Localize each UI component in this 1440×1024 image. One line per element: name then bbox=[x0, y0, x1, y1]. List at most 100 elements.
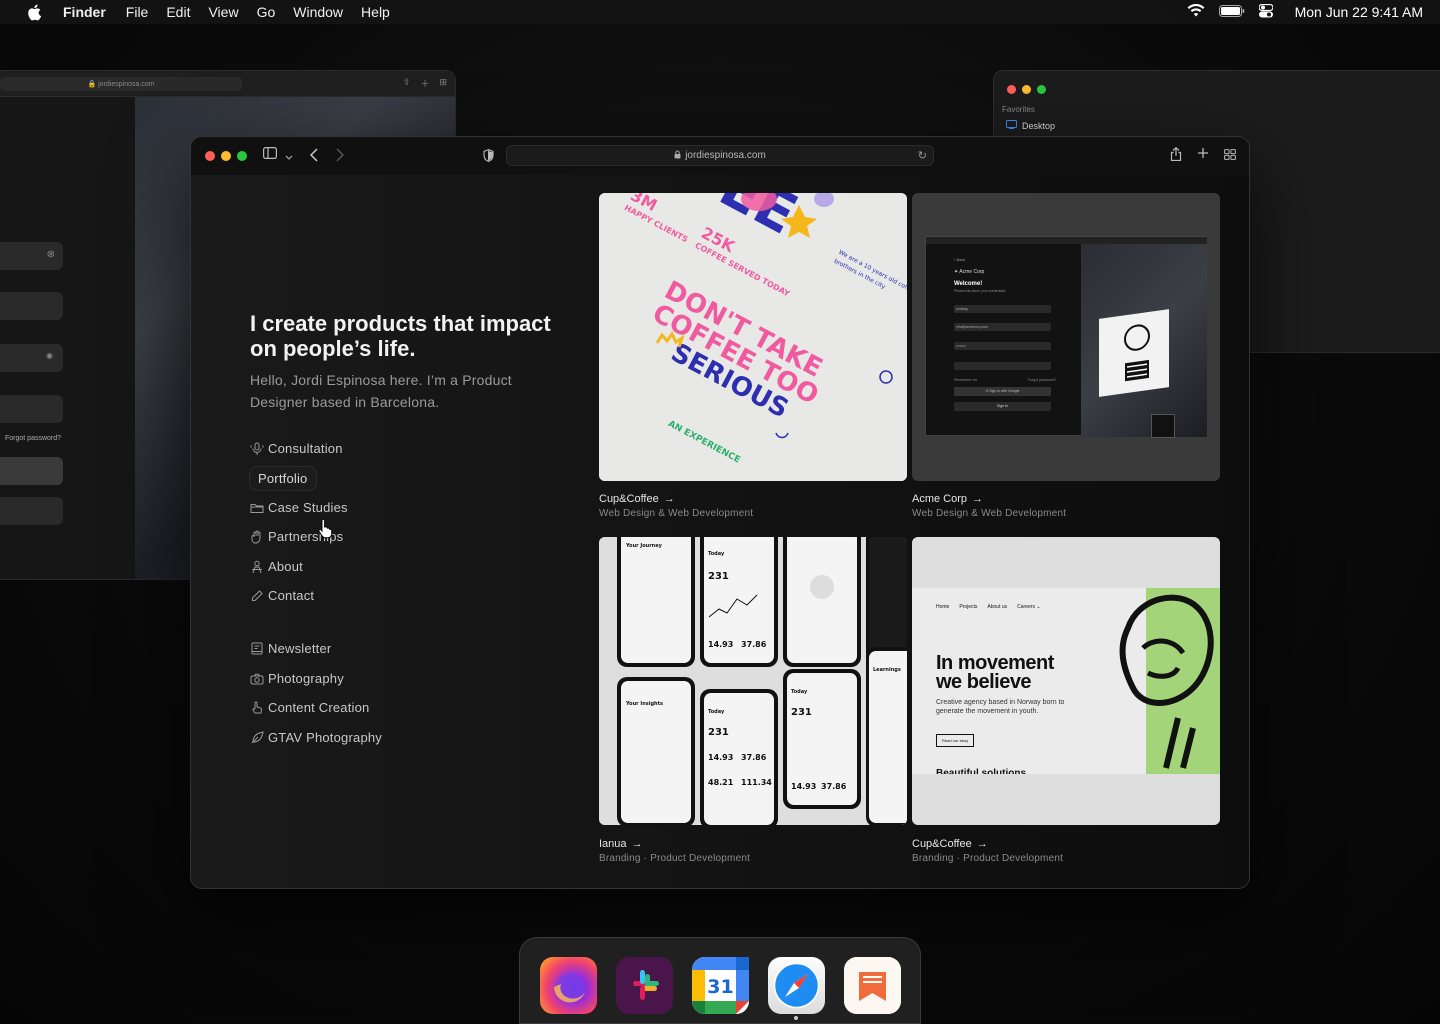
clear-icon[interactable]: ⊗ bbox=[47, 249, 55, 260]
sidebar-toggle-icon[interactable] bbox=[263, 147, 278, 162]
url-text: jordiespinosa.com bbox=[685, 150, 766, 161]
phone-text: Your Insights bbox=[625, 701, 663, 707]
nav-label: GTAV Photography bbox=[268, 730, 382, 745]
background-button[interactable] bbox=[0, 497, 63, 525]
nav-gtav-photography[interactable]: GTAV Photography bbox=[250, 730, 382, 745]
phone-value: 231 bbox=[708, 571, 729, 582]
menu-app-name[interactable]: Finder bbox=[63, 4, 106, 20]
back-icon[interactable] bbox=[309, 148, 318, 165]
new-tab-icon[interactable] bbox=[1197, 147, 1209, 162]
hand-pointer-icon bbox=[250, 701, 264, 715]
apple-menu-icon[interactable] bbox=[27, 3, 43, 21]
background-input-field[interactable]: ◉ bbox=[0, 344, 63, 372]
project-card-movement[interactable]: Home Projects About us Careers ⌄ In move… bbox=[912, 537, 1220, 825]
close-button[interactable] bbox=[1007, 85, 1016, 94]
favorites-heading: Favorites bbox=[1002, 105, 1035, 114]
project-card-acme-corp[interactable]: ‹ Back ✦ Acme Corp Welcome! Please intro… bbox=[912, 193, 1220, 481]
pencil-icon bbox=[250, 589, 264, 603]
menu-help[interactable]: Help bbox=[361, 4, 390, 20]
minimize-button[interactable] bbox=[221, 151, 231, 161]
hand-icon bbox=[250, 530, 264, 544]
newsletter-icon bbox=[250, 642, 264, 656]
menu-window[interactable]: Window bbox=[293, 4, 343, 20]
background-button[interactable] bbox=[0, 457, 63, 485]
share-icon[interactable]: ⇪ bbox=[403, 77, 411, 90]
menu-bar: Finder File Edit View Go Window Help Mon… bbox=[0, 0, 1440, 24]
menu-clock[interactable]: Mon Jun 22 9:41 AM bbox=[1295, 4, 1423, 20]
tab-overview-icon[interactable]: ⊞ bbox=[439, 77, 447, 90]
background-url: jordiespinosa.com bbox=[98, 80, 155, 88]
background-forgot-password[interactable]: Forgot password? bbox=[5, 435, 61, 442]
acme-brand: ✦ Acme Corp bbox=[954, 269, 985, 275]
acme-back-link: ‹ Back bbox=[954, 257, 966, 262]
acme-field: jordiesp bbox=[954, 305, 1051, 313]
safari-window[interactable]: jordiespinosa.com ↻ I create products th… bbox=[190, 136, 1250, 889]
nav-contact[interactable]: Contact bbox=[250, 588, 314, 603]
books-app-icon[interactable] bbox=[844, 957, 901, 1014]
address-bar[interactable]: jordiespinosa.com ↻ bbox=[506, 145, 934, 166]
coffee-poster-image: FFEE HAPPY CLIENTS COFFEE SERVED TODAY 2… bbox=[599, 193, 907, 481]
privacy-shield-icon[interactable] bbox=[483, 149, 494, 165]
acme-field: •••••••• bbox=[954, 342, 1051, 350]
acme-google-button: G Sign in with Google bbox=[954, 387, 1051, 396]
project-title[interactable]: Ianua → bbox=[599, 838, 643, 850]
eye-icon[interactable]: ◉ bbox=[46, 351, 53, 360]
project-card-cupcoffee[interactable]: FFEE HAPPY CLIENTS COFFEE SERVED TODAY 2… bbox=[599, 193, 907, 481]
wifi-icon[interactable] bbox=[1187, 3, 1205, 20]
phone-text: Learnings bbox=[873, 667, 901, 673]
nav-content-creation[interactable]: Content Creation bbox=[250, 700, 369, 715]
control-center-icon[interactable] bbox=[1257, 3, 1274, 21]
google-calendar-app-icon[interactable]: 31 bbox=[692, 957, 749, 1014]
acme-field bbox=[954, 362, 1051, 370]
new-tab-icon[interactable]: ＋ bbox=[420, 77, 429, 90]
arrow-right-icon: → bbox=[972, 493, 984, 505]
leaf-icon bbox=[250, 731, 264, 745]
movement-headline: In movement we believe bbox=[936, 653, 1054, 692]
project-title[interactable]: Acme Corp → bbox=[912, 493, 983, 505]
background-input-field[interactable] bbox=[0, 395, 63, 423]
close-button[interactable] bbox=[205, 151, 215, 161]
menu-go[interactable]: Go bbox=[257, 4, 276, 20]
project-title[interactable]: Cup&Coffee → bbox=[912, 838, 988, 850]
background-input-field[interactable] bbox=[0, 292, 63, 320]
firefox-app-icon[interactable] bbox=[540, 957, 597, 1014]
menu-edit[interactable]: Edit bbox=[166, 4, 190, 20]
zoom-button[interactable] bbox=[237, 151, 247, 161]
phone-value: 111.34 bbox=[741, 778, 772, 787]
sidebar-item-label: Desktop bbox=[1022, 120, 1056, 131]
sidebar-item-desktop[interactable]: Desktop bbox=[1006, 120, 1055, 131]
share-icon[interactable] bbox=[1170, 146, 1182, 164]
background-address-bar[interactable]: 🔒 jordiespinosa.com bbox=[0, 77, 242, 91]
nav-consultation[interactable]: Consultation bbox=[250, 441, 343, 456]
phone-value: 14.93 bbox=[791, 782, 816, 791]
forward-icon[interactable] bbox=[336, 148, 345, 165]
nav-label: Contact bbox=[268, 588, 315, 603]
project-subtitle: Web Design & Web Development bbox=[912, 508, 1067, 519]
tab-overview-icon[interactable] bbox=[1224, 149, 1236, 163]
minimize-button[interactable] bbox=[1022, 85, 1031, 94]
menu-view[interactable]: View bbox=[208, 4, 238, 20]
project-card-ianua[interactable]: Your Journey Today 231 14.93 37.86 Your … bbox=[599, 537, 907, 825]
acme-screenshot: ‹ Back ✦ Acme Corp Welcome! Please intro… bbox=[925, 236, 1207, 438]
nav-portfolio[interactable]: Portfolio bbox=[249, 466, 317, 491]
project-title[interactable]: Cup&Coffee → bbox=[599, 493, 675, 505]
movement-nav-item: About us bbox=[987, 604, 1008, 610]
chevron-down-icon[interactable] bbox=[285, 150, 293, 164]
acme-sign bbox=[1099, 309, 1169, 397]
phone-value: 37.86 bbox=[821, 782, 847, 791]
nav-about[interactable]: About bbox=[250, 559, 303, 574]
person-icon bbox=[250, 560, 264, 574]
nav-photography[interactable]: Photography bbox=[250, 671, 344, 686]
nav-case-studies[interactable]: Case Studies bbox=[250, 500, 348, 515]
nav-label: Portfolio bbox=[258, 471, 308, 486]
microphone-icon bbox=[250, 442, 264, 456]
menu-file[interactable]: File bbox=[126, 4, 149, 20]
battery-icon[interactable] bbox=[1218, 4, 1245, 20]
phone-mockup: Your Journey bbox=[617, 537, 695, 667]
slack-app-icon[interactable] bbox=[616, 957, 673, 1014]
reload-icon[interactable]: ↻ bbox=[918, 149, 927, 162]
background-input-field[interactable]: ⊗ bbox=[0, 242, 63, 270]
zoom-button[interactable] bbox=[1037, 85, 1046, 94]
nav-newsletter[interactable]: Newsletter bbox=[250, 641, 331, 656]
safari-app-icon[interactable] bbox=[768, 957, 825, 1014]
